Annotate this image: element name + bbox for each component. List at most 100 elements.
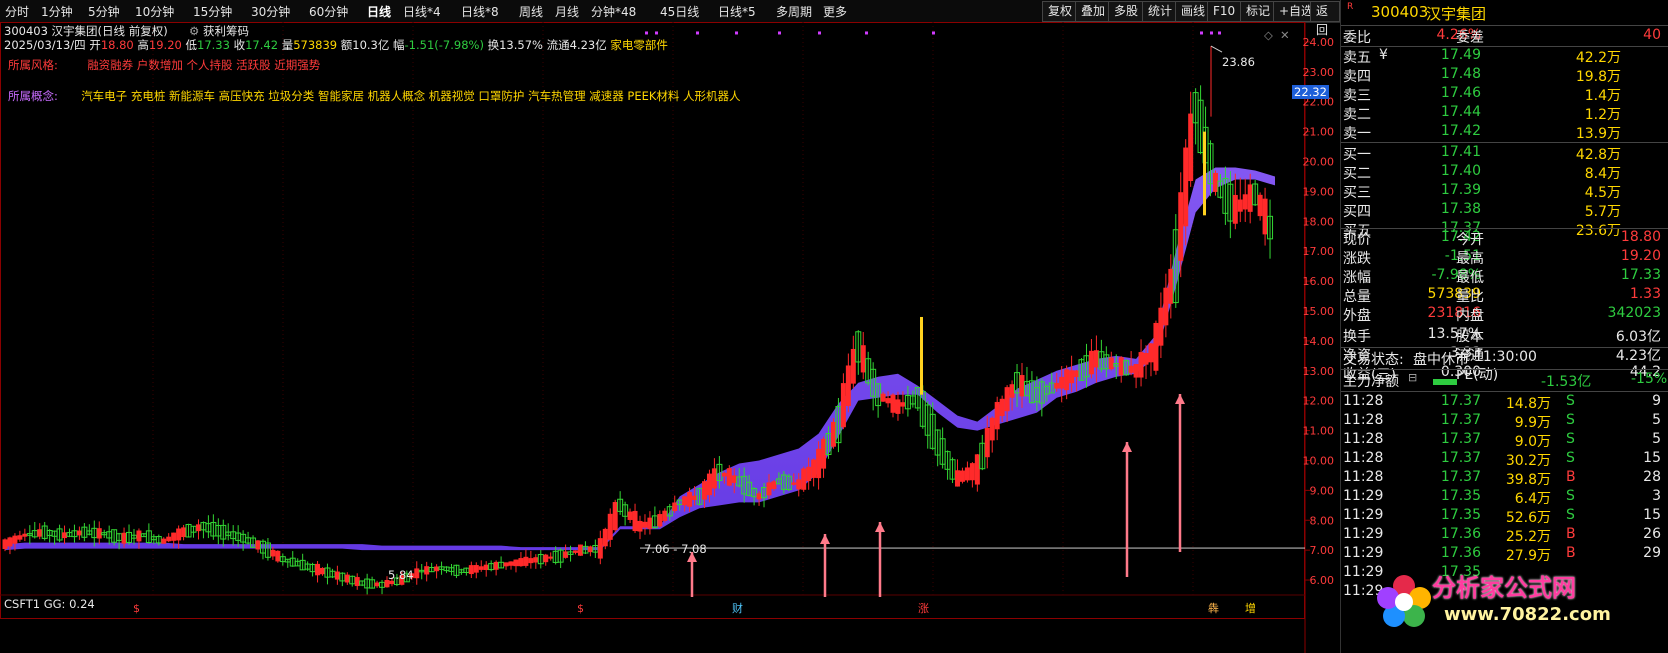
signal-dot bbox=[865, 31, 868, 35]
period-tab[interactable]: 10分钟 bbox=[135, 3, 174, 20]
candle-body bbox=[830, 421, 836, 447]
order-level-label: 卖五 bbox=[1343, 50, 1371, 66]
tick-count: 15 bbox=[1643, 450, 1661, 466]
toolbar-button[interactable]: 标记 bbox=[1240, 1, 1277, 22]
period-tab[interactable]: 分时 bbox=[5, 3, 29, 20]
quote-label: 外盘 bbox=[1343, 308, 1371, 324]
order-price: 17.38 bbox=[1440, 201, 1481, 217]
period-tab[interactable]: 5分钟 bbox=[88, 3, 120, 20]
tick-time: 11:28 bbox=[1343, 393, 1384, 409]
candle-body bbox=[528, 558, 534, 564]
period-tab[interactable]: 15分钟 bbox=[193, 3, 232, 20]
period-tab[interactable]: 多周期 bbox=[776, 3, 812, 20]
candle-body bbox=[7, 537, 13, 547]
order-price: 17.40 bbox=[1440, 163, 1481, 179]
candle-body bbox=[890, 394, 896, 413]
candle-body bbox=[1009, 384, 1015, 398]
quote-label: 涨跌 bbox=[1343, 251, 1371, 267]
collapse-diamond-icon[interactable]: ◇ bbox=[1264, 28, 1273, 42]
tick-volume: 30.2万 bbox=[1505, 453, 1551, 469]
toolbar-button[interactable]: 多股 bbox=[1108, 1, 1145, 22]
order-volume: 4.5万 bbox=[1584, 185, 1621, 201]
indicator-name[interactable]: 获利筹码 bbox=[203, 24, 249, 38]
tick-volume: 9.0万 bbox=[1514, 434, 1551, 450]
quote-value: 19.20 bbox=[1620, 248, 1661, 264]
candle-body bbox=[1247, 184, 1253, 212]
candle-body bbox=[577, 544, 583, 556]
toolbar-button[interactable]: 画线 bbox=[1175, 1, 1212, 22]
amt-value: 10.3亿 bbox=[352, 38, 390, 52]
order-volume: 19.8万 bbox=[1575, 69, 1621, 85]
candle-body bbox=[959, 470, 965, 482]
candle-body bbox=[344, 574, 350, 583]
tick-count: 5 bbox=[1652, 412, 1661, 428]
period-tab[interactable]: 月线 bbox=[555, 3, 579, 20]
signal-dot bbox=[735, 31, 738, 35]
kline-chart-area[interactable]: 24.00 23.00 22.00 21.00 20.00 19.00 18.00 17.00… bbox=[0, 22, 1340, 653]
period-tab[interactable]: 30分钟 bbox=[251, 3, 290, 20]
period-tab[interactable]: 60分钟 bbox=[309, 3, 348, 20]
period-tab[interactable]: 日线*5 bbox=[718, 3, 756, 20]
candle-body bbox=[121, 532, 127, 544]
candle-body bbox=[885, 398, 891, 404]
high-value: 19.20 bbox=[148, 38, 182, 52]
y-tick-label: 21.00 bbox=[1303, 126, 1335, 139]
signal-dot bbox=[1200, 31, 1203, 35]
period-tab[interactable]: 周线 bbox=[519, 3, 543, 20]
candle-body bbox=[563, 551, 569, 558]
industry-label[interactable]: 家电零部件 bbox=[610, 38, 668, 52]
candle-body bbox=[796, 479, 802, 490]
candle-body bbox=[424, 566, 430, 575]
candle-body bbox=[434, 566, 440, 572]
toolbar-button[interactable]: 复权 bbox=[1042, 1, 1079, 22]
order-price: 17.42 bbox=[1440, 123, 1481, 139]
candle-body bbox=[255, 540, 261, 550]
period-tab[interactable]: 日线*8 bbox=[461, 3, 499, 20]
toolbar-button[interactable]: 统计 bbox=[1142, 1, 1179, 22]
period-tab[interactable]: 分钟*48 bbox=[591, 3, 636, 20]
candle-body bbox=[518, 558, 524, 567]
tick-count: 15 bbox=[1643, 507, 1661, 523]
order-volume: 1.4万 bbox=[1584, 88, 1621, 104]
fund-value: 4.23亿 bbox=[1615, 348, 1661, 364]
settings-gear-icon[interactable]: ⚙ bbox=[189, 24, 199, 38]
pink-arrow-head bbox=[820, 534, 830, 544]
candle-body bbox=[642, 521, 648, 528]
period-tab[interactable]: 日线*4 bbox=[403, 3, 441, 20]
y-tick-label: 15.00 bbox=[1303, 305, 1335, 318]
signal-dot bbox=[932, 31, 935, 35]
ohlc-date: 2025/03/13/四 bbox=[4, 38, 86, 52]
vol-label: 量 bbox=[281, 38, 294, 52]
tick-count: 28 bbox=[1643, 469, 1661, 485]
bottom-signal-mark: 增 bbox=[1245, 601, 1256, 615]
candle-body bbox=[840, 383, 846, 428]
candle-body bbox=[478, 566, 484, 570]
candle-body bbox=[513, 559, 519, 567]
quote-label: 最低 bbox=[1456, 270, 1484, 286]
close-label: 收 bbox=[233, 38, 246, 52]
candle-body bbox=[1148, 343, 1154, 363]
order-level-label: 卖二 bbox=[1343, 107, 1371, 123]
tick-time: 11:29 bbox=[1343, 545, 1384, 561]
order-level-currency: ¥ bbox=[1379, 47, 1388, 63]
candle-body bbox=[632, 510, 638, 532]
close-icon[interactable]: ✕ bbox=[1280, 28, 1290, 42]
period-tab[interactable]: 45日线 bbox=[660, 3, 699, 20]
candle-body bbox=[1188, 113, 1194, 182]
status-time: 11:30:00 bbox=[1474, 349, 1537, 365]
mainflow-toggle-icon[interactable]: ⊟ bbox=[1408, 371, 1417, 384]
period-tab[interactable]: 更多 bbox=[823, 3, 847, 20]
range-mark: 7.06 - 7.08 bbox=[644, 542, 707, 556]
period-tab[interactable]: 日线 bbox=[367, 3, 391, 20]
fund-value: 6.03亿 bbox=[1615, 329, 1661, 345]
candle-body bbox=[1212, 172, 1218, 192]
toolbar-button[interactable]: 返回 bbox=[1310, 1, 1340, 37]
toolbar-button[interactable]: F10 bbox=[1207, 1, 1242, 22]
period-tab[interactable]: 1分钟 bbox=[41, 3, 73, 20]
candle-body bbox=[999, 398, 1005, 417]
tick-volume: 9.9万 bbox=[1514, 415, 1551, 431]
candle-body bbox=[771, 481, 777, 489]
y-tick-label: 23.00 bbox=[1303, 66, 1335, 79]
toolbar-button[interactable]: 叠加 bbox=[1075, 1, 1112, 22]
stock-name: 汉宇集团 bbox=[1426, 5, 1487, 23]
